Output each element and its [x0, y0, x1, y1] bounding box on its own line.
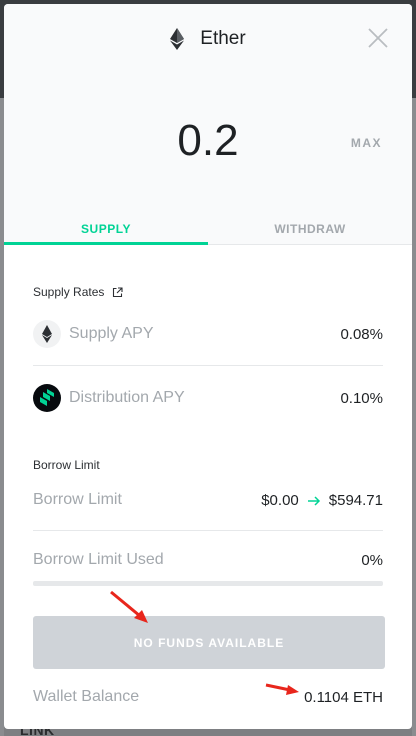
- external-link-icon[interactable]: [112, 286, 123, 298]
- borrow-limit-progress-bar: [33, 581, 383, 586]
- distribution-apy-label: Distribution APY: [69, 389, 185, 406]
- distribution-apy-value: 0.10%: [340, 389, 383, 407]
- borrow-limit-heading-text: Borrow Limit: [33, 458, 100, 472]
- divider: [33, 365, 383, 366]
- ether-icon: [170, 28, 185, 50]
- borrow-limit-used-label: Borrow Limit Used: [33, 551, 164, 568]
- modal-title: Ether: [200, 28, 246, 49]
- supply-rates-heading: Supply Rates: [33, 285, 123, 299]
- divider: [33, 530, 383, 531]
- ether-token-icon: [33, 320, 61, 348]
- no-funds-button[interactable]: NO FUNDS AVAILABLE: [33, 616, 385, 669]
- borrow-limit-from: $0.00: [261, 491, 299, 509]
- supply-rates-heading-text: Supply Rates: [33, 285, 105, 299]
- borrow-limit-value: $0.00 $594.71: [261, 492, 383, 509]
- borrow-limit-to: $594.71: [328, 491, 383, 509]
- annotation-arrow-icon: [110, 590, 148, 623]
- distribution-apy-row: Distribution APY 0.10%: [33, 384, 383, 412]
- wallet-balance-row: Wallet Balance 0.1104 ETH: [33, 686, 383, 708]
- modal-header: Ether 0.2 MAX SUPPLY WITHDRAW: [4, 4, 412, 245]
- tab-supply[interactable]: SUPPLY: [4, 212, 208, 245]
- supply-apy-row: Supply APY 0.08%: [33, 320, 383, 348]
- max-button[interactable]: MAX: [351, 136, 382, 150]
- wallet-balance-label: Wallet Balance: [33, 688, 140, 705]
- wallet-balance-value: 0.1104 ETH: [304, 688, 383, 706]
- borrow-limit-used-value: 0%: [361, 551, 383, 569]
- arrow-right-icon: [307, 494, 321, 506]
- supply-apy-label: Supply APY: [69, 325, 154, 342]
- tab-bar: SUPPLY WITHDRAW: [4, 212, 412, 245]
- borrow-limit-heading: Borrow Limit: [33, 458, 100, 472]
- comp-token-icon: [33, 384, 61, 412]
- close-icon: [368, 28, 388, 48]
- supply-apy-value: 0.08%: [340, 325, 383, 343]
- supply-modal: Ether 0.2 MAX SUPPLY WITHDRAW Supply Rat…: [4, 4, 412, 729]
- modal-title-row: Ether: [4, 4, 412, 74]
- backdrop-strip: [412, 98, 416, 736]
- tab-withdraw[interactable]: WITHDRAW: [208, 212, 412, 245]
- borrow-limit-row: Borrow Limit $0.00 $594.71: [33, 489, 383, 511]
- close-button[interactable]: [366, 26, 390, 50]
- borrow-limit-used-row: Borrow Limit Used 0%: [33, 549, 383, 571]
- borrow-limit-label: Borrow Limit: [33, 491, 122, 508]
- annotation-arrow-icon: [265, 683, 299, 695]
